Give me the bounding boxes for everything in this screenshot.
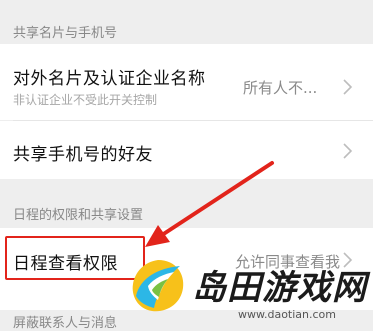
share-phone-row[interactable]: 共享手机号的好友 [0, 121, 373, 179]
chevron-right-icon [343, 79, 353, 95]
chevron-right-icon [343, 143, 353, 159]
watermark-url: www.daotian.com [238, 308, 337, 321]
section-title: 日程的权限和共享设置 [13, 208, 144, 223]
external-card-row[interactable]: 对外名片及认证企业名称 非认证企业不受此开关控制 所有人不... [0, 44, 373, 120]
annotation-highlight-box [5, 236, 145, 280]
row-title: 共享手机号的好友 [13, 145, 153, 165]
row-subtitle: 非认证企业不受此开关控制 [13, 93, 158, 107]
watermark: 岛田游戏网 www.daotian.com [128, 254, 373, 326]
watermark-brand: 岛田游戏网 [192, 268, 367, 308]
section-header-schedule: 日程的权限和共享设置 [0, 179, 373, 228]
row-value: 所有人不... [243, 79, 318, 97]
watermark-logo-icon [132, 260, 184, 312]
section-title: 屏蔽联系人与消息 [13, 316, 118, 331]
row-title: 对外名片及认证企业名称 [13, 69, 206, 89]
section-title: 共享名片与手机号 [13, 26, 118, 41]
section-header-share-card: 共享名片与手机号 [0, 0, 373, 44]
